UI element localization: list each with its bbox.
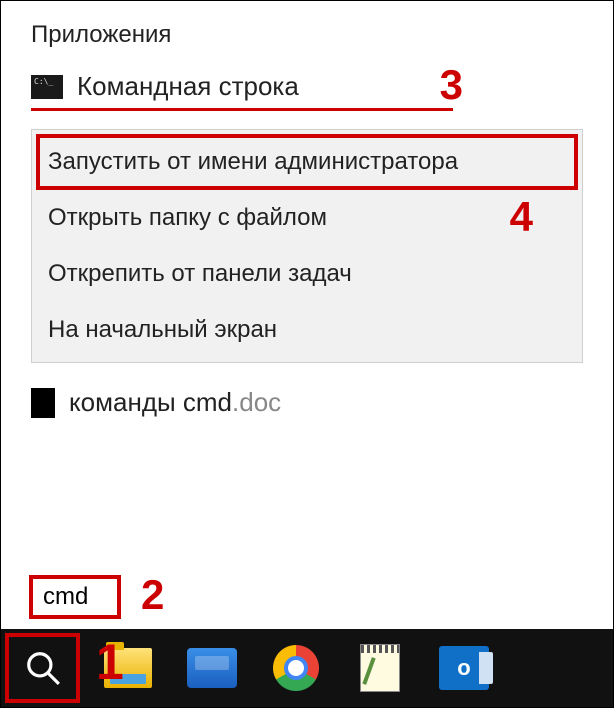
notepad-icon bbox=[360, 644, 400, 692]
context-menu: Запустить от имени администратора Открыт… bbox=[31, 129, 583, 363]
doc-ext: .doc bbox=[232, 387, 281, 417]
document-icon bbox=[31, 388, 55, 418]
menu-item-unpin-taskbar[interactable]: Открепить от панели задач bbox=[36, 246, 578, 302]
outlook-icon: o bbox=[439, 646, 489, 690]
taskbar-outlook[interactable]: o bbox=[428, 634, 500, 702]
doc-result[interactable]: команды cmd.doc bbox=[31, 387, 583, 418]
doc-name: команды cmd bbox=[69, 387, 232, 417]
section-header-apps: Приложения bbox=[31, 21, 583, 49]
taskbar-edge[interactable] bbox=[176, 634, 248, 702]
chrome-icon bbox=[273, 645, 319, 691]
search-input-row bbox=[29, 575, 121, 619]
search-results-panel: Приложения Командная строка Запустить от… bbox=[1, 1, 613, 428]
taskbar: o bbox=[1, 629, 613, 707]
taskbar-file-explorer[interactable] bbox=[92, 634, 164, 702]
search-input[interactable] bbox=[29, 575, 121, 619]
search-icon bbox=[24, 649, 62, 687]
doc-result-label: команды cmd.doc bbox=[69, 387, 281, 418]
menu-item-pin-start[interactable]: На начальный экран bbox=[36, 302, 578, 358]
annotation-2: 2 bbox=[141, 571, 164, 619]
file-explorer-icon bbox=[104, 648, 152, 688]
taskbar-chrome[interactable] bbox=[260, 634, 332, 702]
menu-item-open-file-location[interactable]: Открыть папку с файлом bbox=[36, 190, 578, 246]
edge-icon bbox=[187, 648, 237, 688]
app-result-cmd[interactable]: Командная строка bbox=[31, 69, 453, 111]
cmd-prompt-icon bbox=[31, 75, 63, 99]
app-result-label: Командная строка bbox=[77, 71, 299, 102]
taskbar-search-button[interactable] bbox=[5, 633, 80, 703]
menu-item-run-as-admin[interactable]: Запустить от имени администратора bbox=[36, 134, 578, 190]
taskbar-notepad[interactable] bbox=[344, 634, 416, 702]
